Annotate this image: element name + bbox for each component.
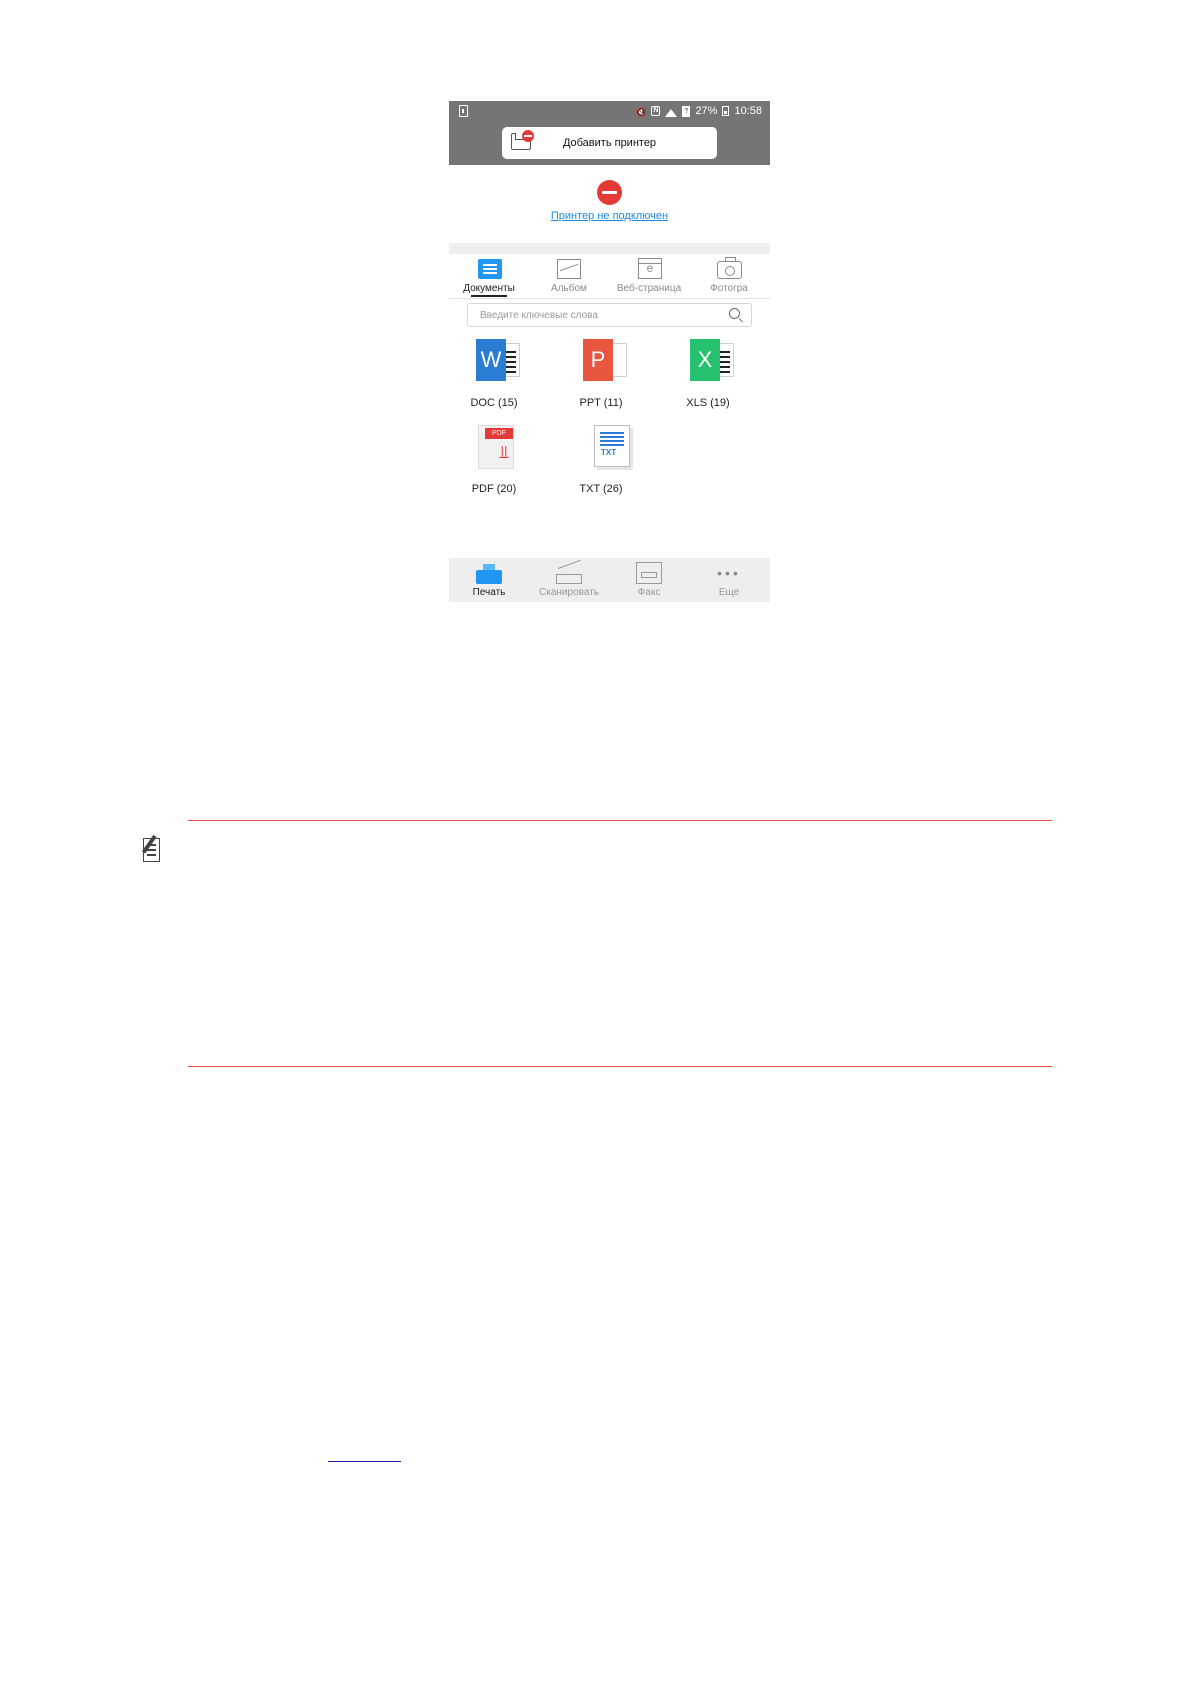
camera-icon [717, 257, 742, 279]
divider [449, 243, 770, 254]
web-page-icon: e [638, 258, 662, 279]
tab-album[interactable]: Альбом [529, 254, 609, 298]
file-type-txt[interactable]: TXT TXT (26) [561, 423, 641, 503]
file-type-xls[interactable]: X XLS (19) [668, 337, 748, 417]
file-type-label: PDF (20) [471, 483, 517, 495]
nfc-icon: N [651, 106, 661, 116]
print-icon [476, 564, 502, 584]
status-icons: N ? 27% 10:58 [635, 105, 762, 117]
nav-fax[interactable]: Факс [609, 558, 689, 602]
active-tab-indicator [471, 295, 507, 297]
file-type-label: TXT (26) [579, 483, 623, 495]
add-printer-button[interactable]: Добавить принтер [502, 127, 717, 159]
word-doc-icon: W [476, 339, 524, 385]
tab-label: Документы [463, 283, 515, 294]
file-type-ppt[interactable]: P PPT (11) [561, 337, 641, 417]
file-type-doc[interactable]: W DOC (15) [454, 337, 534, 417]
tab-photo[interactable]: Фотогра [689, 254, 769, 298]
screenshot-icon [459, 105, 468, 117]
note-icon [141, 834, 165, 864]
pdf-icon: PDF ⫫ [476, 425, 524, 471]
nav-label: Печать [472, 587, 506, 598]
tab-documents[interactable]: Документы [449, 254, 529, 298]
tab-label: Альбом [551, 283, 587, 294]
phone-screenshot: N ? 27% 10:58 Добавить принтер Принтер н… [449, 101, 770, 602]
note-bottom-rule [188, 1066, 1052, 1067]
sim-icon: ? [682, 105, 691, 117]
file-type-pdf[interactable]: PDF ⫫ PDF (20) [454, 423, 534, 503]
mute-icon [635, 106, 646, 117]
file-type-grid: W DOC (15) P PPT (11) X XLS (19) PDF ⫫ P… [449, 337, 770, 557]
powerpoint-icon: P [583, 339, 631, 385]
excel-icon: X [690, 339, 738, 385]
header: Добавить принтер [449, 123, 770, 165]
clock: 10:58 [734, 105, 762, 117]
document-icon [478, 259, 502, 279]
nav-more[interactable]: ••• Еще [689, 558, 769, 602]
wifi-icon [665, 105, 678, 117]
tab-label: Веб-страница [616, 283, 682, 294]
bottom-nav: Печать Сканировать Факс ••• Еще [449, 558, 770, 602]
source-tabs: Документы Альбом e Веб-страница Фотогра [449, 254, 770, 299]
battery-percent: 27% [695, 105, 718, 117]
search-input[interactable] [467, 303, 752, 327]
note-top-rule [188, 820, 1052, 821]
nav-label: Сканировать [539, 587, 599, 598]
nav-print[interactable]: Печать [449, 558, 529, 602]
tab-web-page[interactable]: e Веб-страница [609, 254, 689, 298]
fax-icon [636, 562, 662, 584]
printer-not-connected-link[interactable]: Принтер не подключен [449, 210, 770, 222]
nav-scan[interactable]: Сканировать [529, 558, 609, 602]
page-link[interactable] [328, 1447, 401, 1462]
scan-icon [556, 559, 582, 584]
not-connected-icon [597, 180, 622, 205]
nav-label: Еще [718, 587, 740, 598]
search-icon[interactable] [729, 308, 740, 319]
status-bar: N ? 27% 10:58 [449, 101, 770, 123]
more-icon: ••• [717, 565, 741, 581]
txt-icon: TXT [583, 425, 631, 471]
printer-status-area: Принтер не подключен [449, 165, 770, 243]
add-printer-label: Добавить принтер [562, 137, 657, 149]
nav-label: Факс [637, 587, 661, 598]
file-type-label: DOC (15) [470, 397, 518, 409]
file-type-label: PPT (11) [579, 397, 623, 409]
battery-icon [722, 106, 730, 116]
file-type-label: XLS (19) [686, 397, 730, 409]
tab-label: Фотогра [710, 283, 748, 294]
image-icon [557, 259, 581, 280]
